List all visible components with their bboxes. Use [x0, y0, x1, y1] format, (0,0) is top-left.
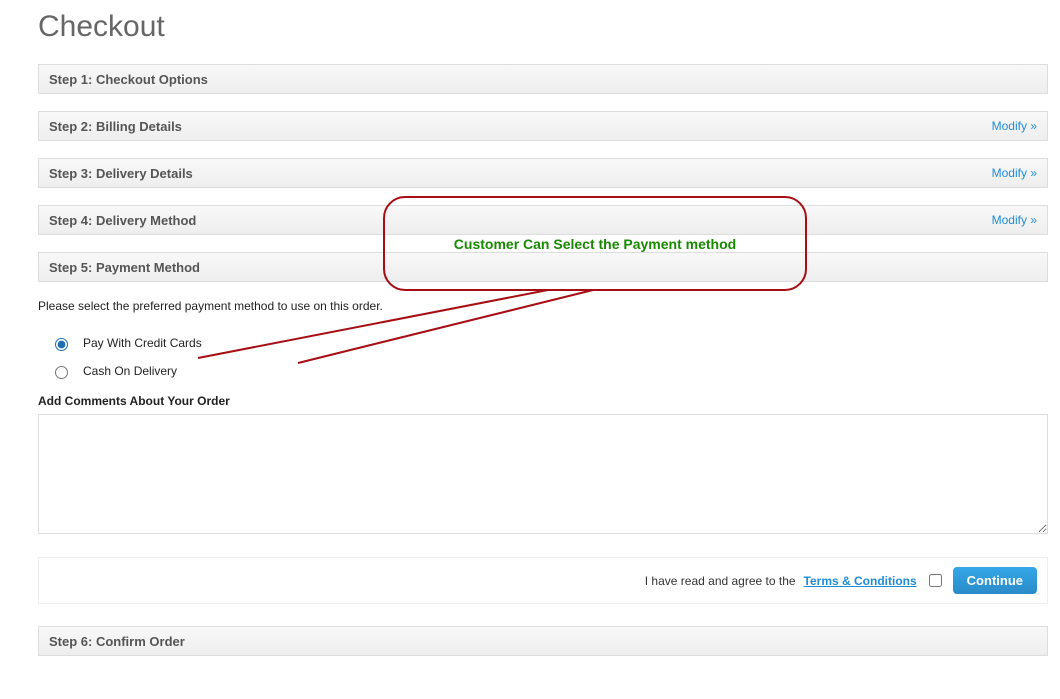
step-6-title: Step 6: Confirm Order [49, 634, 185, 649]
order-comments-textarea[interactable] [38, 414, 1048, 534]
payment-prompt: Please select the preferred payment meth… [38, 299, 1048, 313]
payment-option-label: Cash On Delivery [83, 364, 177, 378]
step-4-modify-link[interactable]: Modify » [992, 213, 1037, 227]
step-1-panel[interactable]: Step 1: Checkout Options [38, 64, 1048, 94]
agree-text: I have read and agree to the [645, 574, 796, 588]
page-title: Checkout [38, 10, 1048, 44]
continue-button[interactable]: Continue [953, 567, 1037, 594]
step-6-panel[interactable]: Step 6: Confirm Order [38, 626, 1048, 656]
step-2-title: Step 2: Billing Details [49, 119, 182, 134]
payment-option-label: Pay With Credit Cards [83, 336, 202, 350]
payment-method-body: Please select the preferred payment meth… [38, 299, 1048, 604]
step-3-panel[interactable]: Step 3: Delivery Details Modify » [38, 158, 1048, 188]
agree-checkbox[interactable] [929, 574, 942, 587]
comments-label: Add Comments About Your Order [38, 394, 1048, 408]
step-1-title: Step 1: Checkout Options [49, 72, 208, 87]
step-3-title: Step 3: Delivery Details [49, 166, 193, 181]
step-2-panel[interactable]: Step 2: Billing Details Modify » [38, 111, 1048, 141]
step-2-modify-link[interactable]: Modify » [992, 119, 1037, 133]
radio-cash-on-delivery[interactable] [55, 366, 68, 379]
step-4-title: Step 4: Delivery Method [49, 213, 196, 228]
payment-option-cod[interactable]: Cash On Delivery [50, 363, 1048, 379]
step-3-modify-link[interactable]: Modify » [992, 166, 1037, 180]
terms-link[interactable]: Terms & Conditions [804, 574, 917, 588]
step-4-panel[interactable]: Step 4: Delivery Method Modify » [38, 205, 1048, 235]
agree-bar: I have read and agree to the Terms & Con… [38, 557, 1048, 604]
step-5-panel[interactable]: Step 5: Payment Method [38, 252, 1048, 282]
radio-credit-card[interactable] [55, 338, 68, 351]
step-5-title: Step 5: Payment Method [49, 260, 200, 275]
payment-option-credit-card[interactable]: Pay With Credit Cards [50, 335, 1048, 351]
